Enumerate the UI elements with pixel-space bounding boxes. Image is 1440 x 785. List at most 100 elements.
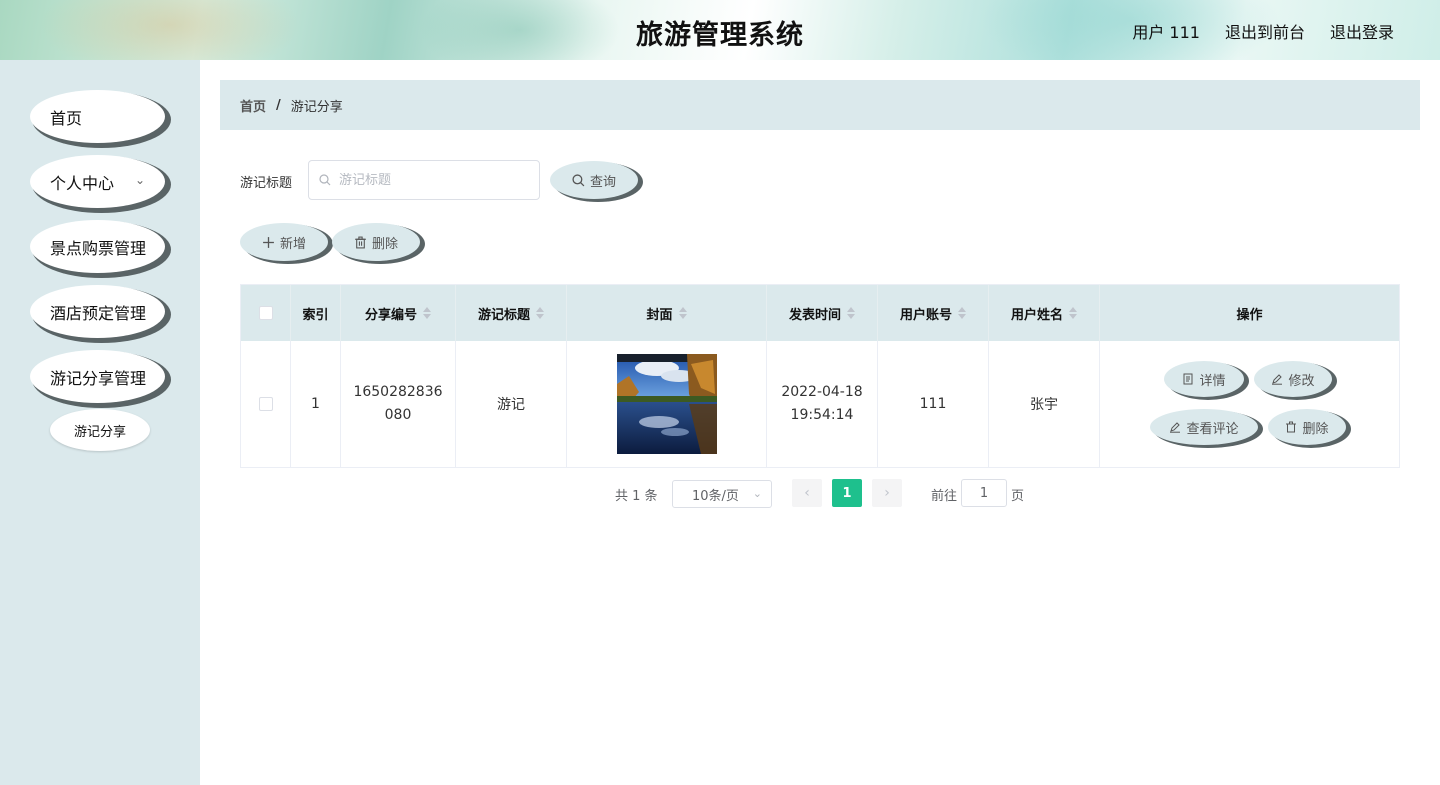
header-links: 用户 111 退出到前台 退出登录: [1132, 19, 1394, 43]
detail-button[interactable]: 详情: [1164, 361, 1244, 397]
column-header-label: 游记标题: [477, 307, 530, 323]
table-row: 1 1650282836080 游记 2022-04-18 19:54:14 1…: [241, 341, 1399, 467]
column-header-label: 用户账号: [899, 307, 952, 323]
column-header[interactable]: 发表时间: [767, 285, 878, 341]
search-box: [308, 160, 540, 200]
edit-button[interactable]: 修改: [1254, 361, 1332, 397]
view-comments-label: 查看评论: [1186, 421, 1239, 437]
data-table: 索引 分享编号 游记标题 封面 发表时间 用户账号 用户姓名 操作 1 1650…: [240, 284, 1400, 468]
next-page-button[interactable]: ›: [872, 479, 902, 507]
top-header: 旅游管理系统 用户 111 退出到前台 退出登录: [0, 0, 1440, 60]
row-checkbox[interactable]: [258, 397, 273, 411]
header-select-all: [241, 285, 291, 341]
sidebar-subitem-travelnote-share[interactable]: 游记分享: [50, 409, 150, 451]
search-button[interactable]: 查询: [550, 161, 638, 199]
sidebar-item-label: 景点购票管理: [50, 238, 147, 258]
sidebar: 首页 个人中心 ⌄ 景点购票管理 酒店预定管理 游记分享管理 游记分享: [0, 60, 200, 785]
share-code-text: 1650282836080: [353, 384, 443, 423]
row-delete-label: 删除: [1302, 421, 1329, 437]
row-delete-button[interactable]: 删除: [1268, 409, 1346, 445]
column-header-label: 分享编号: [364, 307, 417, 323]
column-header-label: 操作: [1236, 307, 1263, 323]
chevron-right-icon: ›: [884, 485, 890, 501]
sort-icon[interactable]: [678, 307, 687, 319]
document-icon: [1183, 373, 1193, 385]
sort-icon[interactable]: [847, 307, 855, 319]
sort-icon[interactable]: [536, 307, 544, 319]
search-icon: [572, 173, 585, 186]
cell-title: 游记: [456, 341, 567, 467]
column-header[interactable]: 封面: [567, 285, 767, 341]
view-comments-button[interactable]: 查看评论: [1150, 409, 1258, 445]
sort-icon[interactable]: [423, 307, 431, 319]
sort-icon[interactable]: [958, 307, 966, 319]
sidebar-item-label: 酒店预定管理: [50, 303, 147, 323]
sidebar-item-label: 游记分享管理: [50, 368, 147, 388]
batch-delete-button[interactable]: 删除: [332, 223, 420, 261]
batch-delete-label: 删除: [371, 236, 398, 252]
cell-publish-time: 2022-04-18 19:54:14: [767, 341, 878, 467]
prev-page-button[interactable]: ‹: [792, 479, 822, 507]
breadcrumb-home[interactable]: 首页: [240, 96, 266, 115]
breadcrumb-separator: /: [276, 97, 281, 113]
sidebar-item-home[interactable]: 首页: [30, 90, 165, 143]
edit-icon: [1272, 374, 1283, 385]
column-header-label: 封面: [646, 307, 673, 323]
cell-share-code: 1650282836080: [341, 341, 456, 467]
sidebar-item-personal-center[interactable]: 个人中心 ⌄: [30, 155, 165, 208]
search-label: 游记标题: [240, 176, 293, 191]
current-user-label: 用户 111: [1132, 23, 1200, 42]
row-select-cell: [241, 341, 291, 467]
column-header: 索引: [291, 285, 341, 341]
add-button-label: 新增: [279, 236, 306, 252]
column-header[interactable]: 游记标题: [456, 285, 567, 341]
add-button[interactable]: 新增: [240, 223, 328, 261]
edit-icon: [1170, 422, 1181, 433]
cell-account: 111: [878, 341, 989, 467]
sidebar-item-travelnote-management[interactable]: 游记分享管理: [30, 350, 165, 403]
column-header[interactable]: 用户账号: [878, 285, 989, 341]
detail-button-label: 详情: [1199, 373, 1226, 389]
exit-to-front-link[interactable]: 退出到前台: [1225, 19, 1305, 43]
cover-image[interactable]: [616, 354, 717, 454]
goto-label: 前往: [931, 489, 958, 504]
page-size-value: 10条/页: [692, 488, 739, 504]
chevron-down-icon: ⌄: [134, 173, 145, 187]
logout-link[interactable]: 退出登录: [1330, 19, 1394, 43]
select-all-checkbox[interactable]: [258, 306, 273, 320]
cell-name: 张宇: [989, 341, 1100, 467]
sidebar-item-hotel-management[interactable]: 酒店预定管理: [30, 285, 165, 338]
cell-cover: [567, 341, 767, 467]
column-header-label: 索引: [302, 307, 329, 323]
search-input[interactable]: [339, 172, 519, 188]
column-header-label: 用户姓名: [1010, 307, 1063, 323]
page-suffix-label: 页: [1011, 489, 1025, 504]
column-header-label: 发表时间: [788, 307, 841, 323]
trash-icon: [355, 236, 366, 248]
page-number-current[interactable]: 1: [832, 479, 862, 507]
column-header: 操作: [1100, 285, 1399, 341]
chevron-left-icon: ‹: [804, 485, 810, 501]
trash-icon: [1286, 421, 1297, 433]
cell-index: 1: [291, 341, 341, 467]
goto-page-input[interactable]: [961, 479, 1007, 507]
breadcrumb-current: 游记分享: [290, 99, 343, 115]
edit-button-label: 修改: [1288, 373, 1315, 389]
sort-icon[interactable]: [1069, 307, 1077, 319]
plus-icon: [263, 236, 274, 248]
table-header: 索引 分享编号 游记标题 封面 发表时间 用户账号 用户姓名 操作: [241, 285, 1399, 341]
sidebar-subitem-label: 游记分享: [73, 424, 126, 440]
breadcrumb: 首页 / 游记分享: [220, 80, 1420, 130]
sidebar-item-ticket-management[interactable]: 景点购票管理: [30, 220, 165, 273]
row-actions: 详情 修改 查看评论 删除: [1100, 341, 1399, 467]
column-header[interactable]: 分享编号: [341, 285, 456, 341]
search-icon: [319, 174, 331, 186]
pagination-total: 共 1 条: [615, 489, 658, 504]
sidebar-item-label: 个人中心: [50, 173, 115, 193]
column-header[interactable]: 用户姓名: [989, 285, 1100, 341]
publish-time-text: 2022-04-18 19:54:14: [781, 384, 863, 423]
page-size-select[interactable]: 10条/页 ⌄: [672, 480, 772, 508]
search-button-label: 查询: [589, 174, 616, 190]
chevron-down-icon: ⌄: [752, 487, 762, 500]
sidebar-item-label: 首页: [50, 108, 83, 128]
